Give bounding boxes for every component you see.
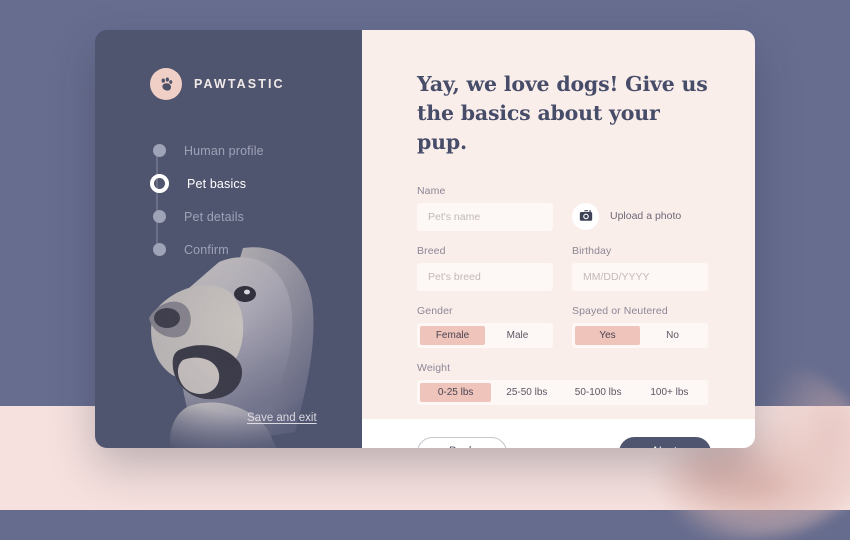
upload-photo-label: Upload a photo bbox=[610, 210, 682, 223]
breed-field-group: Breed bbox=[417, 245, 553, 292]
next-button[interactable]: Next bbox=[619, 436, 711, 448]
gender-label: Gender bbox=[417, 305, 453, 318]
brand-logo: PAWTASTIC bbox=[95, 68, 362, 100]
step-dot-icon bbox=[153, 210, 166, 223]
step-label: Confirm bbox=[184, 242, 229, 257]
step-dot-icon bbox=[153, 144, 166, 157]
birthday-field-group: Birthday bbox=[572, 245, 708, 292]
spayed-label: Spayed or Neutered bbox=[572, 305, 668, 318]
spayed-option-yes[interactable]: Yes bbox=[575, 326, 640, 346]
step-label: Human profile bbox=[184, 143, 264, 158]
upload-photo-button[interactable]: Upload a photo bbox=[572, 202, 708, 230]
camera-icon bbox=[572, 202, 599, 230]
save-and-exit-link[interactable]: Save and exit bbox=[247, 412, 317, 424]
step-item-pet-details[interactable]: Pet details bbox=[150, 200, 362, 233]
brand-name: PAWTASTIC bbox=[194, 77, 285, 91]
step-dot-icon bbox=[153, 243, 166, 256]
spayed-segmented-control: Yes No bbox=[572, 323, 708, 349]
gender-option-male[interactable]: Male bbox=[485, 326, 550, 345]
name-field-group: Name bbox=[417, 185, 553, 232]
onboarding-card: PAWTASTIC Human profile Pet basics Pet d… bbox=[95, 30, 755, 448]
step-item-human-profile[interactable]: Human profile bbox=[150, 134, 362, 167]
step-label: Pet basics bbox=[187, 176, 247, 191]
name-row: Name Up bbox=[417, 185, 708, 232]
weight-field-group: Weight 0-25 lbs 25-50 lbs 50-100 lbs 100… bbox=[417, 362, 708, 406]
page-title: Yay, we love dogs! Give us the basics ab… bbox=[417, 72, 708, 155]
weight-label: Weight bbox=[417, 362, 451, 375]
breed-birthday-row: Breed Birthday bbox=[417, 245, 708, 292]
step-label: Pet details bbox=[184, 209, 245, 224]
progress-steps: Human profile Pet basics Pet details Con… bbox=[95, 134, 362, 266]
step-dot-active-icon bbox=[150, 174, 169, 193]
weight-row: Weight 0-25 lbs 25-50 lbs 50-100 lbs 100… bbox=[417, 362, 708, 406]
step-item-pet-basics[interactable]: Pet basics bbox=[150, 167, 362, 200]
paw-print-icon bbox=[150, 68, 182, 100]
pet-birthday-input[interactable] bbox=[572, 263, 708, 292]
spayed-field-group: Spayed or Neutered Yes No bbox=[572, 305, 708, 349]
pet-name-input[interactable] bbox=[417, 203, 553, 232]
weight-option-100-plus[interactable]: 100+ lbs bbox=[634, 383, 705, 402]
name-label: Name bbox=[417, 185, 446, 198]
gender-segmented-control: Female Male bbox=[417, 323, 553, 349]
card-footer: Back Next bbox=[362, 419, 755, 448]
pet-breed-input[interactable] bbox=[417, 263, 553, 292]
weight-option-0-25[interactable]: 0-25 lbs bbox=[420, 383, 492, 403]
spayed-option-no[interactable]: No bbox=[640, 326, 705, 345]
sidebar: PAWTASTIC Human profile Pet basics Pet d… bbox=[95, 30, 362, 448]
weight-segmented-control: 0-25 lbs 25-50 lbs 50-100 lbs 100+ lbs bbox=[417, 380, 708, 406]
gender-field-group: Gender Female Male bbox=[417, 305, 553, 349]
back-button[interactable]: Back bbox=[417, 436, 507, 448]
breed-label: Breed bbox=[417, 245, 446, 258]
weight-option-50-100[interactable]: 50-100 lbs bbox=[563, 383, 634, 402]
upload-photo-group: Upload a photo bbox=[572, 185, 708, 231]
birthday-label: Birthday bbox=[572, 245, 612, 258]
gender-spayed-row: Gender Female Male Spayed or Neutered Ye… bbox=[417, 305, 708, 349]
step-item-confirm[interactable]: Confirm bbox=[150, 233, 362, 266]
weight-option-25-50[interactable]: 25-50 lbs bbox=[491, 383, 562, 402]
gender-option-female[interactable]: Female bbox=[420, 326, 485, 346]
main-panel: Yay, we love dogs! Give us the basics ab… bbox=[362, 30, 755, 448]
